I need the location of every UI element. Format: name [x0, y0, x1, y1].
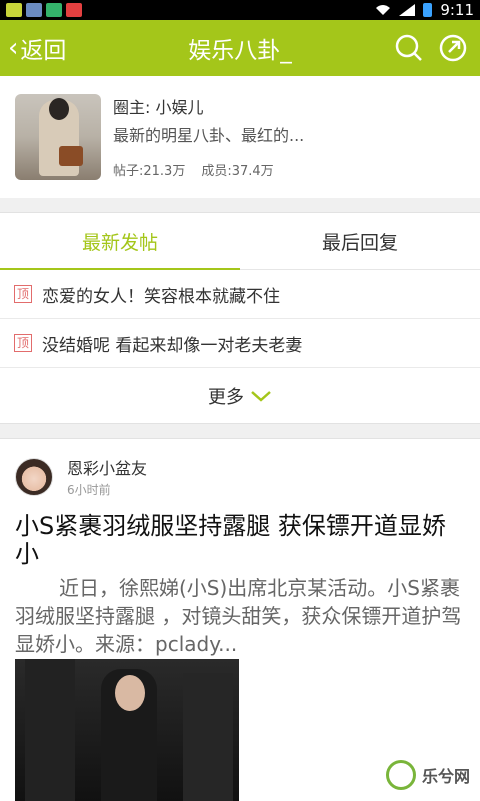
pinned-title: 恋爱的女人！笑容根本就藏不住: [42, 286, 280, 307]
post-excerpt: 近日，徐熙娣(小S)出席北京某活动。小S紧裹羽绒服坚持露腿 ，对镜头甜笑，获众保…: [15, 576, 462, 656]
search-icon[interactable]: [394, 33, 424, 63]
back-button[interactable]: ‹ 返回: [0, 31, 66, 65]
posts-panel: 最新发帖 最后回复 顶 恋爱的女人！笑容根本就藏不住 顶 没结婚呢 看起来却像一…: [0, 212, 480, 424]
tab-bar: 最新发帖 最后回复: [0, 213, 480, 270]
tab-latest-posts[interactable]: 最新发帖: [0, 213, 240, 270]
post-time: 6小时前: [67, 483, 111, 497]
wifi-icon: [376, 5, 391, 15]
pinned-badge: 顶: [14, 334, 32, 352]
battery-icon: [423, 3, 433, 17]
more-label: 更多: [208, 387, 244, 408]
post-title[interactable]: 小S紧裹羽绒服坚持露腿 获保镖开道显娇小: [0, 498, 480, 568]
chevron-down-icon: [251, 391, 271, 402]
post-card[interactable]: 恩彩小盆友 6小时前 小S紧裹羽绒服坚持露腿 获保镖开道显娇小 近日，徐熙娣(小…: [0, 438, 480, 801]
status-time: 9:11: [440, 1, 474, 19]
member-count: 成员:37.4万: [201, 164, 274, 179]
back-label: 返回: [20, 38, 67, 64]
pinned-badge: 顶: [14, 285, 32, 303]
author-name[interactable]: 恩彩小盆友: [67, 455, 147, 479]
app-header: ‹ 返回 娱乐八卦_: [0, 20, 480, 76]
image-icon: [26, 3, 42, 17]
circle-description: 最新的明星八卦、最红的...: [113, 126, 305, 145]
app-icon-2: [66, 3, 82, 17]
circle-info-card[interactable]: 圈主: 小娱儿 最新的明星八卦、最红的... 帖子:21.3万 成员:37.4万: [0, 76, 480, 198]
pinned-item[interactable]: 顶 恋爱的女人！笑容根本就藏不住: [0, 270, 480, 319]
pinned-item[interactable]: 顶 没结婚呢 看起来却像一对老夫老妻: [0, 319, 480, 368]
pinned-title: 没结婚呢 看起来却像一对老夫老妻: [42, 335, 303, 356]
circle-owner: 圈主: 小娱儿: [113, 98, 204, 117]
circle-thumbnail: [15, 94, 101, 180]
more-button[interactable]: 更多: [0, 368, 480, 424]
watermark: 乐兮网: [385, 760, 470, 790]
share-icon[interactable]: [438, 33, 468, 63]
post-image[interactable]: [15, 659, 239, 801]
watermark-text: 乐兮网: [421, 767, 470, 786]
notification-icon: [6, 3, 22, 17]
tab-latest-replies[interactable]: 最后回复: [240, 213, 480, 269]
chevron-left-icon: ‹: [8, 33, 19, 63]
author-avatar[interactable]: [15, 457, 53, 496]
post-count: 帖子:21.3万: [113, 164, 186, 179]
status-bar: 9:11: [0, 0, 480, 20]
signal-icon: [399, 4, 416, 16]
app-icon: [46, 3, 62, 17]
watermark-logo-icon: [385, 760, 416, 790]
